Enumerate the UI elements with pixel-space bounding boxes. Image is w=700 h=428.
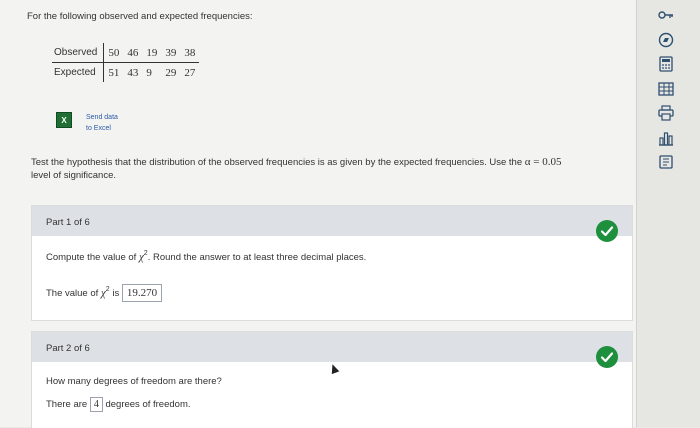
hypothesis-text: Test the hypothesis that the distributio…: [31, 156, 562, 181]
key-icon[interactable]: [657, 7, 675, 23]
right-toolbar: [636, 0, 700, 427]
book-icon[interactable]: [657, 154, 675, 170]
table-icon[interactable]: [657, 81, 675, 97]
print-icon[interactable]: [657, 105, 675, 121]
table-cell: 43: [127, 66, 139, 79]
row-label: Observed: [52, 43, 105, 63]
compass-icon[interactable]: [657, 32, 675, 48]
part-1-panel: Part 1 of 6 Compute the value of χ2. Rou…: [31, 205, 633, 321]
part-2-header: Part 2 of 6: [32, 332, 632, 362]
calculator-icon[interactable]: [657, 56, 675, 72]
table-cell: 27: [184, 66, 196, 79]
part-2-answer: There are 4 degrees of freedom.: [46, 397, 191, 412]
table-cell: 29: [165, 66, 177, 79]
part-1-question: Compute the value of χ2. Round the answe…: [46, 250, 367, 263]
part-1-header: Part 1 of 6: [32, 206, 632, 236]
table-row: Observed 50 46 19 39 38: [52, 43, 200, 63]
table-cell: 19: [142, 43, 162, 63]
table-cell: 39: [161, 43, 181, 63]
table-cell: 50: [103, 43, 124, 63]
alpha-value: α = 0.05: [524, 156, 562, 168]
table-row: Expected 51 43 9 29 27: [52, 62, 199, 82]
table-cell: 51: [108, 66, 120, 79]
main-content: For the following observed and expected …: [0, 0, 636, 428]
chart-icon[interactable]: [657, 130, 675, 146]
part-2-panel: Part 2 of 6 How many degrees of freedom …: [31, 331, 633, 428]
row-label: Expected: [52, 62, 105, 82]
part-2-question: How many degrees of freedom are there?: [46, 376, 222, 387]
table-cell: 46: [123, 43, 143, 63]
table-cell: 38: [180, 43, 200, 63]
excel-icon: X: [56, 112, 72, 128]
check-icon: [596, 220, 618, 242]
degrees-of-freedom-field[interactable]: 4: [89, 397, 103, 412]
part-1-answer: The value of χ2 is 19.270: [46, 284, 163, 302]
prompt-text: For the following observed and expected …: [27, 11, 253, 22]
send-to-excel-label: Send data to Excel: [86, 114, 118, 132]
table-cell: 9: [146, 66, 152, 79]
frequency-table: Observed 50 46 19 39 38 Expected 51 43 9…: [52, 43, 200, 82]
send-to-excel-button[interactable]: X Send data to Excel: [56, 112, 118, 134]
chi-square-answer-field[interactable]: 19.270: [121, 284, 163, 302]
check-icon: [596, 346, 618, 368]
